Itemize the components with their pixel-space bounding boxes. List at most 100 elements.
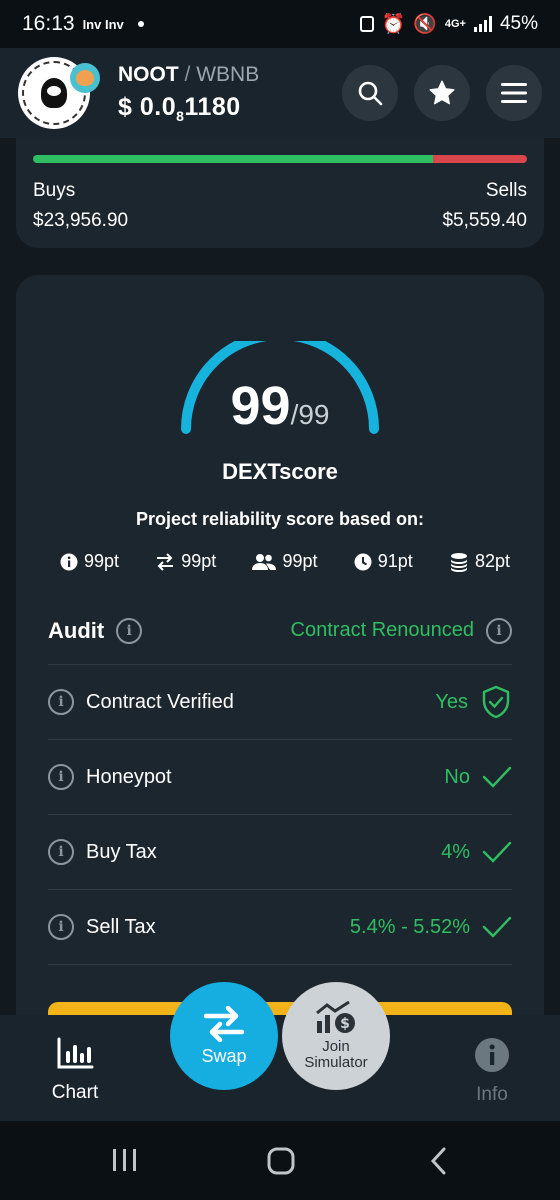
nav-chart[interactable]: Chart — [40, 1037, 110, 1104]
token-logo — [18, 57, 100, 129]
chart-icon — [57, 1037, 94, 1069]
info-icon — [60, 553, 78, 570]
pair-separator: / — [184, 62, 191, 86]
mute-icon: 🔇 — [413, 14, 437, 35]
check-icon — [482, 916, 512, 938]
sell-tax-info-icon[interactable]: i — [48, 914, 74, 940]
search-button[interactable] — [342, 65, 398, 121]
component-transfer: 99pt — [155, 551, 216, 572]
audit-status: Contract Renounced — [290, 619, 474, 641]
buy-sell-ratio-bar — [33, 155, 527, 163]
sell-bar-fill — [433, 155, 527, 163]
check-icon — [482, 841, 512, 863]
swap-button[interactable]: Swap — [170, 982, 278, 1090]
swap-label: Swap — [201, 1045, 247, 1066]
status-notifications: Inv Inv — [82, 16, 124, 32]
simulator-label-line1: Join — [322, 1038, 350, 1055]
simulator-chart-icon: $ — [316, 1001, 355, 1033]
trades-card: Buys $23,956.90 Sells $5,559.40 — [16, 138, 544, 248]
audit-row-value: 5.4% - 5.52% — [349, 915, 470, 938]
score-subtitle: Project reliability score based on: — [135, 509, 425, 529]
search-icon — [358, 81, 383, 106]
notification-dot-icon — [137, 21, 144, 27]
join-simulator-button[interactable]: $ Join Simulator — [282, 982, 390, 1090]
home-icon[interactable] — [266, 1147, 296, 1175]
score-number: 99 — [230, 376, 291, 436]
nav-info[interactable]: Info — [462, 1037, 522, 1106]
audit-row-label: Honeypot — [86, 765, 172, 788]
sells-label: Sells — [485, 180, 527, 201]
audit-header-row: Audit i Contract Renounced i — [48, 597, 512, 665]
penguin-icon — [41, 78, 67, 108]
buy-tax-info-icon[interactable]: i — [48, 839, 74, 865]
audit-info-icon[interactable]: i — [116, 617, 143, 644]
score-components: 99pt 99pt 99pt 91pt 82pt — [60, 551, 510, 572]
status-bar: 16:13 Inv Inv ⏰ 🔇 4G+ 45% — [0, 0, 560, 48]
token-price: $ 0.081180 — [118, 93, 259, 124]
buys-value: $23,956.90 — [33, 210, 129, 231]
base-token: NOOT — [118, 62, 179, 86]
component-info: 99pt — [60, 551, 119, 572]
component-value: 91pt — [377, 551, 413, 571]
audit-row-value: 4% — [441, 840, 470, 863]
score-title: DEXTscore — [222, 459, 338, 484]
price-digits: 1180 — [184, 92, 241, 121]
component-value: 82pt — [474, 551, 510, 571]
alarm-icon: ⏰ — [381, 14, 406, 35]
audit-row-label: Contract Verified — [86, 690, 234, 713]
system-navigation — [0, 1121, 560, 1200]
users-icon — [252, 553, 277, 570]
recent-apps-icon[interactable] — [110, 1147, 140, 1173]
component-users: 99pt — [252, 551, 318, 572]
nav-info-label: Info — [476, 1084, 508, 1105]
check-icon — [482, 766, 512, 788]
back-icon[interactable] — [428, 1147, 450, 1175]
nav-chart-label: Chart — [51, 1082, 99, 1103]
menu-button[interactable] — [486, 65, 542, 121]
component-value: 99pt — [181, 551, 217, 571]
battery-saver-icon — [359, 16, 374, 32]
component-liquidity: 82pt — [449, 551, 510, 572]
audit-row-label: Sell Tax — [86, 915, 156, 938]
component-age: 91pt — [354, 551, 413, 572]
audit-row-honeypot: i Honeypot No — [48, 740, 512, 815]
star-icon — [429, 80, 455, 105]
audit-row-value: No — [444, 765, 470, 788]
renounced-info-icon[interactable]: i — [486, 617, 512, 644]
battery-level: 45% — [499, 13, 538, 34]
bottom-navigation: Chart Info — [0, 1015, 560, 1121]
simulator-label-line2: Simulator — [304, 1054, 368, 1071]
component-value: 99pt — [84, 551, 120, 571]
buy-bar-fill — [33, 155, 434, 163]
audit-title: Audit — [48, 617, 105, 643]
simulator-label: Join Simulator — [304, 1039, 367, 1071]
app-header: NOOT / WBNB $ 0.081180 — [0, 48, 560, 138]
honeypot-info-icon[interactable]: i — [48, 764, 74, 790]
status-time: 16:13 — [22, 12, 75, 35]
audit-row-contract-verified: i Contract Verified Yes — [48, 665, 512, 740]
audit-row-label: Buy Tax — [86, 840, 157, 863]
score-max: /99 — [290, 399, 330, 430]
audit-row-sell-tax: i Sell Tax 5.4% - 5.52% — [48, 890, 512, 965]
price-prefix: $ 0.0 — [118, 92, 177, 121]
audit-row-buy-tax: i Buy Tax 4% — [48, 815, 512, 890]
svg-text:$: $ — [340, 1016, 350, 1032]
contract-verified-info-icon[interactable]: i — [48, 689, 74, 715]
component-value: 99pt — [282, 551, 318, 571]
clock-icon — [354, 553, 372, 570]
pancakeswap-badge-icon — [70, 63, 100, 93]
hamburger-icon — [501, 83, 527, 103]
favorite-button[interactable] — [414, 65, 470, 121]
signal-icon — [473, 16, 492, 32]
dextscore-card: 99/99 DEXTscore Project reliability scor… — [16, 275, 544, 1035]
info-icon — [475, 1038, 509, 1072]
shield-check-icon — [482, 685, 510, 719]
pair-info: NOOT / WBNB $ 0.081180 — [118, 63, 259, 124]
quote-token: WBNB — [196, 62, 260, 86]
audit-section: Audit i Contract Renounced i i Contract … — [48, 597, 512, 965]
transfer-icon — [157, 552, 174, 571]
score-value: 99/99 — [16, 375, 544, 437]
audit-row-value: Yes — [435, 690, 468, 713]
swap-arrows-icon — [204, 1005, 244, 1042]
buys-label: Buys — [33, 180, 76, 201]
